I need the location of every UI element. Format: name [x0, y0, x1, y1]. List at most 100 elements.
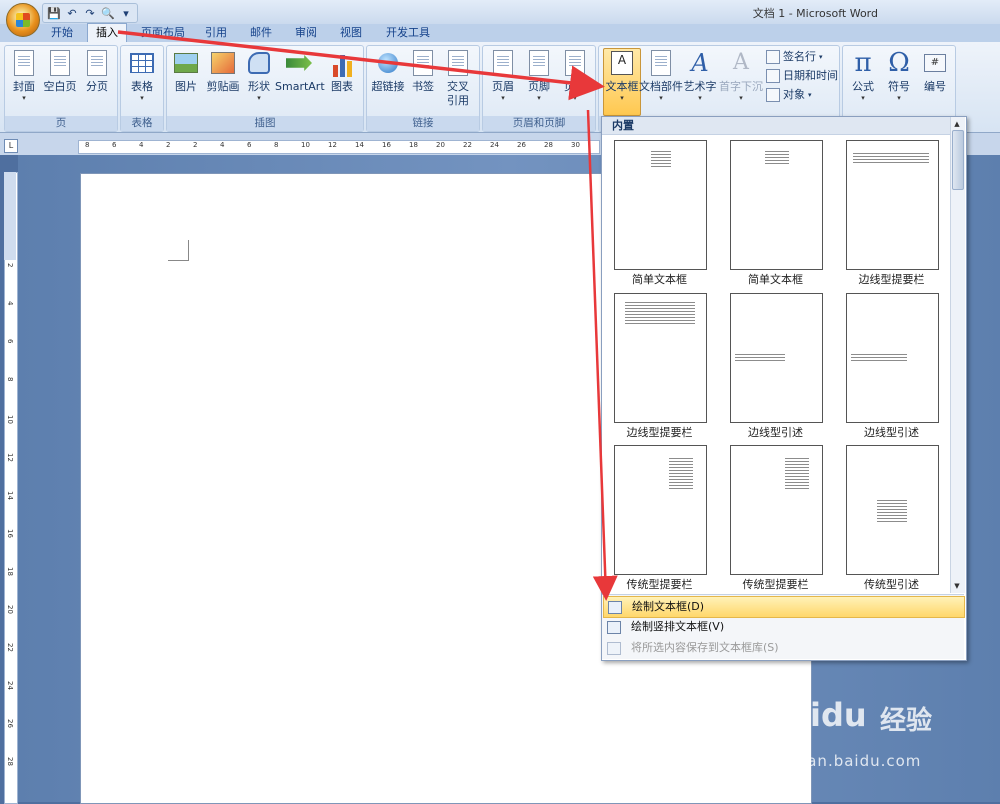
tab-mailings[interactable]: 邮件 [245, 24, 277, 42]
ruler-tick-label: 12 [328, 141, 337, 149]
tab-insert[interactable]: 插入 [87, 23, 127, 44]
quick-parts-icon [651, 50, 671, 76]
horizontal-ruler[interactable]: 8 6 4 2 2 4 6 8 10 12 14 16 18 20 22 24 26 28 30 [78, 140, 600, 154]
table-button[interactable]: 表格 ▾ [127, 49, 157, 111]
chart-button[interactable]: 图表 [327, 49, 357, 111]
ruler-tick-label: 26 [6, 719, 14, 728]
gallery-item-2[interactable] [730, 140, 823, 270]
office-logo-icon [16, 13, 30, 27]
blank-page-icon [50, 50, 70, 76]
thumbnail-text-lines [625, 302, 695, 324]
tab-selector-icon[interactable]: L [4, 139, 18, 153]
tab-page-layout[interactable]: 页面布局 [136, 24, 190, 42]
group-pages: 封面 ▾ 空白页 分页 页 [4, 45, 118, 132]
gallery-item-9[interactable] [846, 445, 939, 575]
draw-vertical-text-box-icon [607, 621, 621, 634]
date-time-button[interactable]: 日期和时间 [766, 67, 838, 85]
tab-home[interactable]: 开始 [44, 24, 80, 42]
text-box-button[interactable]: A 文本框 ▾ [603, 48, 641, 116]
tab-view[interactable]: 视图 [335, 24, 367, 42]
hyperlink-button[interactable]: 超链接 [369, 49, 407, 111]
ruler-tick-label: 24 [6, 681, 14, 690]
thumbnail-text-lines [851, 354, 907, 362]
smartart-button[interactable]: SmartArt [275, 49, 325, 111]
ruler-tick-label: 14 [6, 491, 14, 500]
wordart-button[interactable]: A 艺术字 ▾ [683, 49, 717, 111]
object-icon [766, 88, 780, 102]
watermark-url: jingyan.baidu.com [766, 752, 922, 770]
blank-page-button[interactable]: 空白页 [43, 49, 77, 111]
vertical-ruler[interactable]: 42246810121416182022242628 [4, 172, 18, 804]
group-header-footer: 页眉 ▾ 页脚 ▾ 页码 ▾ 页眉和页脚 [482, 45, 596, 132]
thumbnail-text-lines [669, 458, 693, 490]
gallery-item-label: 传统型提要栏 [626, 578, 693, 591]
group-label-links: 链接 [367, 116, 479, 131]
picture-button[interactable]: 图片 [171, 49, 201, 111]
drop-cap-button[interactable]: A 首字下沉 ▾ [719, 49, 763, 111]
header-icon [493, 50, 513, 76]
symbol-button[interactable]: Ω 符号 ▾ [883, 49, 915, 111]
footer-button[interactable]: 页脚 ▾ [523, 49, 555, 111]
draw-vertical-text-box-menu-item[interactable]: 绘制竖排文本框(V) [603, 617, 963, 637]
draw-text-box-menu-item[interactable]: 绘制文本框(D) [603, 596, 965, 618]
cover-page-button[interactable]: 封面 ▾ [9, 49, 39, 111]
quick-parts-button[interactable]: 文档部件 ▾ [639, 49, 683, 111]
ruler-tick-label: 16 [6, 529, 14, 538]
gallery-item-8[interactable] [730, 445, 823, 575]
gallery-item-1[interactable] [614, 140, 707, 270]
drop-cap-icon: A [733, 50, 749, 75]
save-to-gallery-menu-item[interactable]: 将所选内容保存到文本框库(S) [603, 638, 963, 658]
shapes-button[interactable]: 形状 ▾ [245, 49, 273, 111]
group-label-tables: 表格 [121, 116, 163, 131]
ruler-tick-label: 6 [112, 141, 117, 149]
clip-art-button[interactable]: 剪贴画 [205, 49, 241, 111]
gallery-item-6[interactable] [846, 293, 939, 423]
ruler-tick-label: 12 [6, 453, 14, 462]
ruler-tick-label: 8 [6, 377, 14, 382]
equation-button[interactable]: π 公式 ▾ [847, 49, 879, 111]
gallery-item-4[interactable] [614, 293, 707, 423]
group-label-pages: 页 [5, 116, 117, 131]
ruler-tick-label: 18 [409, 141, 418, 149]
ruler-tick-label: 16 [382, 141, 391, 149]
ruler-tick-label: 28 [544, 141, 553, 149]
group-label-header-footer: 页眉和页脚 [483, 116, 595, 131]
gallery-item-3[interactable] [846, 140, 939, 270]
omega-icon: Ω [888, 48, 910, 78]
signature-line-icon [766, 50, 780, 64]
tab-developer[interactable]: 开发工具 [380, 24, 436, 42]
cross-reference-icon [448, 50, 468, 76]
tab-review[interactable]: 审阅 [290, 24, 322, 42]
page-break-button[interactable]: 分页 [81, 49, 113, 111]
signature-line-button[interactable]: 签名行 ▾ [766, 48, 823, 66]
ruler-tick-label: 30 [571, 141, 580, 149]
cross-reference-button[interactable]: 交叉 引用 [441, 49, 475, 111]
baidu-jingyan-watermark: Baidu 经验 jingyan.baidu.com [740, 690, 980, 790]
draw-text-box-icon [608, 601, 622, 614]
object-button[interactable]: 对象 ▾ [766, 86, 812, 104]
ruler-tick-label: 22 [6, 643, 14, 652]
number-button[interactable]: # 编号 [919, 49, 951, 111]
gallery-item-7[interactable] [614, 445, 707, 575]
header-button[interactable]: 页眉 ▾ [487, 49, 519, 111]
office-button[interactable] [6, 3, 40, 37]
bookmark-button[interactable]: 书签 [409, 49, 437, 111]
gallery-item-label: 传统型提要栏 [742, 578, 809, 591]
chart-icon [329, 49, 355, 77]
gallery-item-5[interactable] [730, 293, 823, 423]
vertical-ruler-margin [4, 172, 16, 260]
gallery-item-label: 简单文本框 [632, 273, 687, 286]
text-box-icon: A [611, 51, 633, 75]
date-time-icon [766, 69, 780, 83]
scroll-up-icon[interactable]: ▲ [951, 118, 963, 130]
scrollbar-thumb[interactable] [952, 130, 964, 190]
thumbnail-text-lines [785, 458, 809, 490]
shapes-icon [248, 52, 270, 74]
ruler-tick-label: 4 [6, 301, 14, 306]
ruler-tick-label: 18 [6, 567, 14, 576]
page-number-button[interactable]: 页码 ▾ [559, 49, 591, 111]
scroll-down-icon[interactable]: ▼ [951, 580, 963, 592]
tab-references[interactable]: 引用 [200, 24, 232, 42]
gallery-item-label: 传统型引述 [864, 578, 919, 591]
smartart-icon [286, 55, 312, 71]
